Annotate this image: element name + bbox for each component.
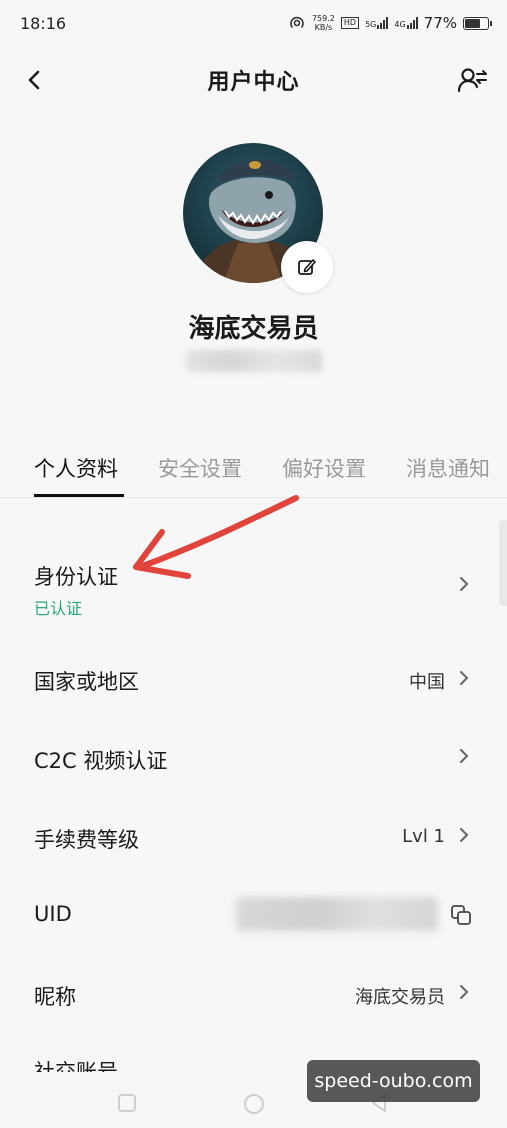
row-value: Lvl 1: [402, 826, 445, 847]
recent-apps-button[interactable]: [116, 1092, 138, 1114]
row-value: 海底交易员: [355, 987, 445, 1008]
net-speed-unit: KB/s: [314, 23, 333, 32]
row-label: 手续费等级: [34, 828, 139, 852]
row-label: C2C 视频认证: [34, 749, 168, 773]
row-identity-verification[interactable]: 身份认证 已认证: [0, 545, 507, 625]
row-country-region[interactable]: 国家或地区 中国: [0, 650, 507, 710]
chevron-left-icon: [28, 70, 40, 90]
row-label: 身份认证: [34, 565, 118, 589]
row-value: 中国: [409, 672, 445, 693]
row-nickname[interactable]: 昵称 海底交易员: [0, 965, 507, 1025]
row-social-accounts[interactable]: 社交账号: [34, 1058, 118, 1072]
status-bar: 18:16 759.2 KB/s HD 5G 4G 77%: [0, 0, 507, 46]
signal-4g: 4G: [394, 17, 418, 29]
tab-notifications[interactable]: 消息通知: [406, 453, 490, 483]
user-switch-icon: [457, 68, 487, 93]
side-drawer-handle[interactable]: [499, 520, 507, 606]
hd-tag: HD: [340, 17, 360, 29]
profile-tabs: 个人资料 安全设置 偏好设置 消息通知: [0, 445, 507, 498]
battery-percent: 77%: [423, 14, 457, 32]
edit-icon: [298, 259, 316, 275]
net-speed: 759.2 KB/s: [312, 14, 335, 32]
back-button[interactable]: [18, 64, 50, 96]
chevron-right-icon: [460, 828, 469, 842]
tab-personal-info[interactable]: 个人资料: [34, 453, 118, 483]
tab-preference-settings[interactable]: 偏好设置: [282, 453, 366, 483]
redacted-account-id: [186, 350, 322, 372]
tab-security-settings[interactable]: 安全设置: [158, 453, 242, 483]
home-button[interactable]: [242, 1092, 266, 1116]
battery-icon: [463, 16, 492, 30]
row-fee-level[interactable]: 手续费等级 Lvl 1: [0, 808, 507, 868]
user-center-screen: 18:16 759.2 KB/s HD 5G 4G 77% 用户中心 海底交易员…: [0, 0, 507, 1128]
row-label: 国家或地区: [34, 670, 139, 694]
chevron-right-icon: [460, 577, 469, 591]
signal-bars-icon: [377, 17, 389, 29]
row-label: UID: [34, 902, 72, 926]
signal-5g-label: 5G: [365, 20, 377, 29]
switch-account-button[interactable]: [455, 62, 491, 98]
copy-icon[interactable]: [449, 903, 473, 927]
active-tab-indicator: [34, 494, 124, 497]
row-label: 昵称: [34, 985, 76, 1009]
net-speed-value: 759.2: [311, 14, 335, 23]
status-indicators: 759.2 KB/s HD 5G 4G 77%: [288, 14, 492, 32]
app-header: 用户中心: [0, 52, 507, 108]
row-c2c-video-verification[interactable]: C2C 视频认证: [0, 729, 507, 789]
signal-4g-label: 4G: [394, 20, 406, 29]
signal-bars-icon: [406, 17, 418, 29]
chevron-right-icon: [460, 985, 469, 999]
hotspot-icon: [290, 16, 304, 29]
page-title: 用户中心: [207, 70, 300, 95]
status-time: 18:16: [20, 13, 67, 33]
watermark: speed-oubo.com: [307, 1060, 480, 1102]
signal-5g: 5G: [365, 17, 389, 29]
battery-fill: [465, 18, 480, 28]
chevron-right-icon: [460, 749, 469, 763]
chevron-right-icon: [460, 671, 469, 685]
verified-status: 已认证: [34, 599, 83, 618]
profile-name: 海底交易员: [188, 314, 319, 344]
avatar-edit-button[interactable]: [281, 241, 333, 293]
redacted-uid-value: [236, 897, 438, 931]
